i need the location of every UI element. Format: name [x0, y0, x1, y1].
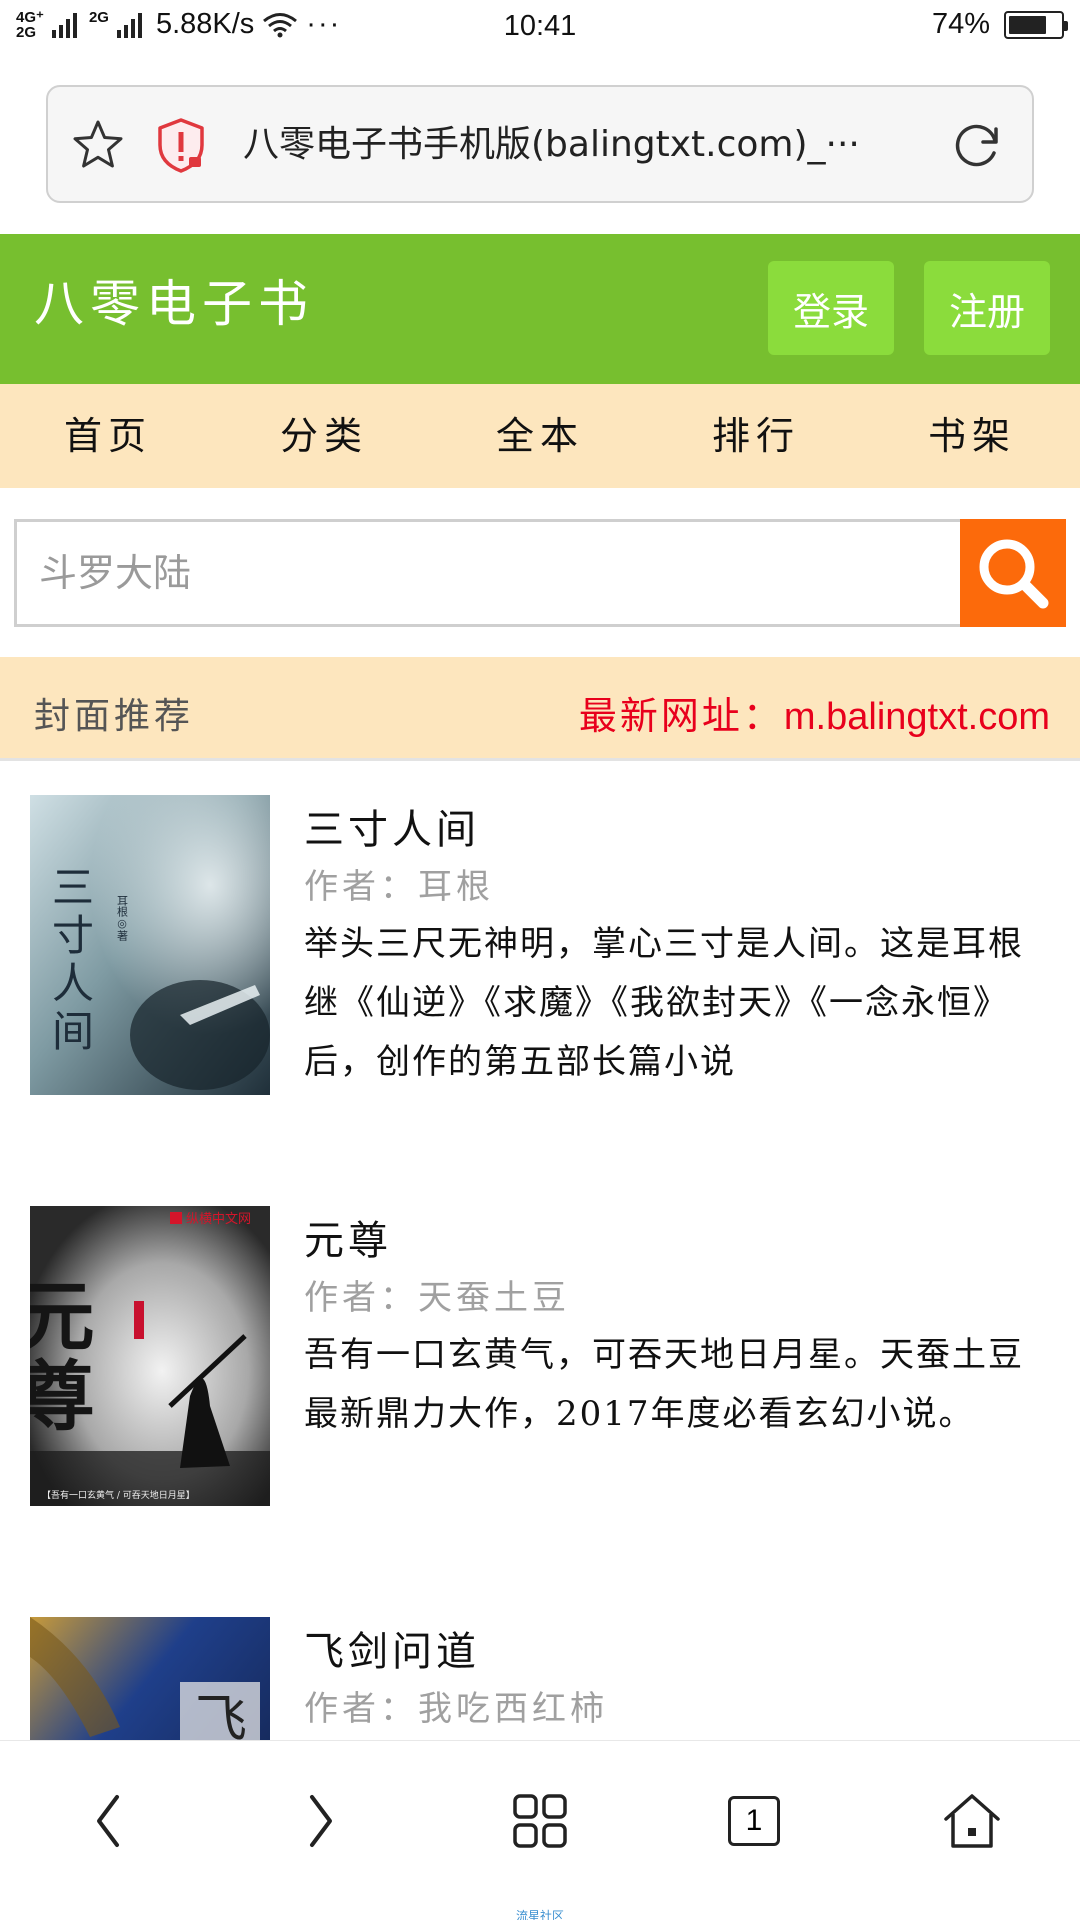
- clock: 10:41: [503, 10, 577, 42]
- star-icon[interactable]: [70, 117, 126, 173]
- book-author: 作者：耳根: [304, 867, 494, 907]
- book-description: 吾有一口玄黄气，可吞天地日月星。天蚕土豆最新鼎力大作，2017年度必看玄幻小说。: [304, 1335, 1024, 1434]
- forward-button[interactable]: [290, 1789, 354, 1853]
- security-shield-icon[interactable]: [156, 117, 206, 173]
- register-button[interactable]: 注册: [924, 261, 1050, 355]
- book-cover-image: 飞: [30, 1617, 270, 1740]
- book-cover-publisher: 纵横中文网: [186, 1212, 251, 1227]
- latest-url-value[interactable]: m.balingtxt.com: [784, 696, 1050, 738]
- status-right: 74%: [931, 8, 1068, 41]
- menu-button[interactable]: [508, 1789, 572, 1853]
- book-author: 作者：我吃西红柿: [304, 1689, 608, 1729]
- site-logo[interactable]: 八零电子书: [34, 264, 314, 336]
- status-bar: 4G⁺ 2G 2G 5.88K/s ··· 10:41 74%: [0, 0, 1080, 52]
- book-item[interactable]: 纵横中文网 元尊 【吾有一口玄黄气 / 可吞天地日月星】 元尊 作者：天蚕土豆 …: [0, 1206, 1080, 1536]
- book-title[interactable]: 飞剑问道: [304, 1619, 480, 1677]
- nav-item-ranking[interactable]: 排行: [648, 384, 864, 488]
- nav-item-home[interactable]: 首页: [0, 384, 216, 488]
- book-title[interactable]: 元尊: [304, 1208, 392, 1266]
- home-icon: [944, 1794, 1000, 1848]
- reload-icon[interactable]: [950, 119, 1004, 173]
- book-cover-title: 三寸人间: [46, 865, 95, 1057]
- browser-url-bar[interactable]: 八零电子书手机版(balingtxt.com)_···: [46, 85, 1034, 203]
- search-input[interactable]: [14, 519, 960, 627]
- book-cover[interactable]: 纵横中文网 元尊 【吾有一口玄黄气 / 可吞天地日月星】: [30, 1206, 270, 1506]
- tabs-button[interactable]: 1: [722, 1789, 786, 1853]
- nav-item-complete[interactable]: 全本: [432, 384, 648, 488]
- book-cover[interactable]: 飞: [30, 1617, 270, 1740]
- bottom-watermark-label: 流星社区: [515, 1909, 564, 1920]
- nav-item-bookshelf[interactable]: 书架: [864, 384, 1080, 488]
- book-cover-tagline: 【吾有一口玄黄气 / 可吞天地日月星】: [42, 1489, 195, 1501]
- book-cover-image: 三寸人间 耳根◎著: [30, 795, 270, 1095]
- latest-url-label: 最新网址：: [578, 694, 784, 738]
- book-title[interactable]: 三寸人间: [304, 797, 480, 855]
- browser-bottom-bar: 1 流星社区: [0, 1740, 1080, 1920]
- book-cover-title: 元尊: [30, 1276, 95, 1436]
- book-author: 作者：天蚕土豆: [304, 1278, 570, 1318]
- book-description: 举头三尺无神明，掌心三寸是人间。这是耳根继《仙逆》《求魔》《我欲封天》《一念永恒…: [304, 924, 1024, 1082]
- latest-url[interactable]: 最新网址：m.balingtxt.com: [579, 685, 1050, 740]
- book-cover-image: 纵横中文网 元尊 【吾有一口玄黄气 / 可吞天地日月星】: [30, 1206, 270, 1506]
- login-button[interactable]: 登录: [768, 261, 894, 355]
- search-icon: [979, 539, 1049, 609]
- book-cover[interactable]: 三寸人间 耳根◎著: [30, 795, 270, 1095]
- tabs-icon: 1: [728, 1796, 780, 1846]
- recommend-bar: 封面推荐 最新网址：m.balingtxt.com: [0, 657, 1080, 761]
- back-button[interactable]: [75, 1789, 139, 1853]
- battery-icon: [1004, 10, 1068, 39]
- battery-percent: 74%: [931, 8, 990, 40]
- book-cover-author: 耳根◎著: [116, 895, 129, 942]
- search-form: [14, 519, 1066, 627]
- nav-item-categories[interactable]: 分类: [216, 384, 432, 488]
- chevron-right-icon: [310, 1795, 332, 1847]
- book-item[interactable]: 三寸人间 耳根◎著 三寸人间 作者：耳根 举头三尺无神明，掌心三寸是人间。这是耳…: [0, 795, 1080, 1125]
- book-cover-title: 飞: [195, 1690, 247, 1740]
- main-nav: 首页 分类 全本 排行 书架: [0, 384, 1080, 488]
- tab-count: 1: [745, 1804, 763, 1837]
- chevron-left-icon: [97, 1795, 119, 1847]
- battery-fill: [1009, 15, 1046, 34]
- grid-menu-icon: [513, 1794, 567, 1848]
- url-text[interactable]: 八零电子书手机版(balingtxt.com)_···: [243, 115, 933, 167]
- search-button[interactable]: [960, 519, 1066, 627]
- site-header: 八零电子书 登录 注册: [0, 234, 1080, 384]
- recommend-title: 封面推荐: [34, 696, 195, 737]
- home-button[interactable]: [940, 1789, 1004, 1853]
